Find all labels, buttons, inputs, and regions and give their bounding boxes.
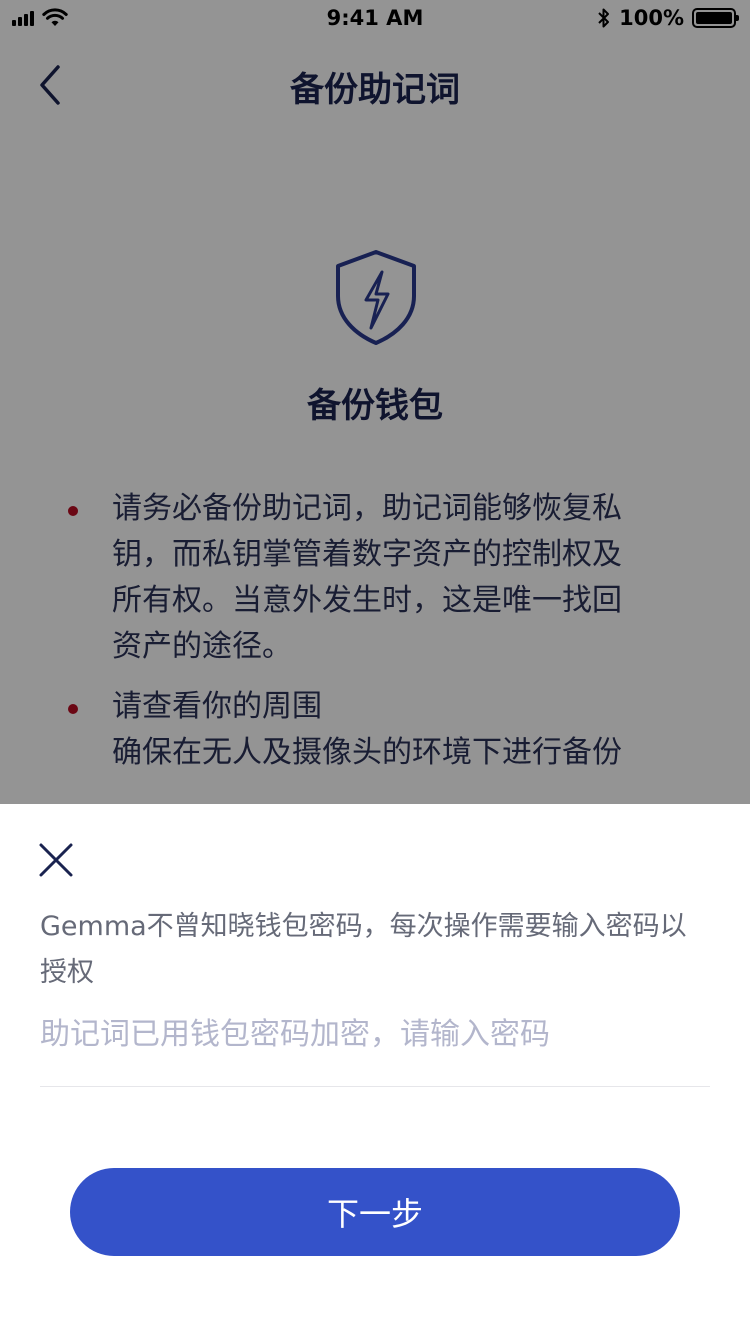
next-button[interactable]: 下一步 [70,1168,680,1256]
app-screen: 9:41 AM 100% 备份助记词 备份钱包 请务必备份助记词，助记词能够恢复… [0,0,750,1334]
password-bottom-sheet: Gemma不曾知晓钱包密码，每次操作需要输入密码以授权 下一步 [0,804,750,1334]
modal-backdrop[interactable] [0,0,750,804]
close-button[interactable] [36,840,76,880]
close-icon [39,843,73,877]
input-divider [40,1086,710,1087]
password-notice: Gemma不曾知晓钱包密码，每次操作需要输入密码以授权 [40,911,687,988]
password-input[interactable] [40,1004,710,1064]
